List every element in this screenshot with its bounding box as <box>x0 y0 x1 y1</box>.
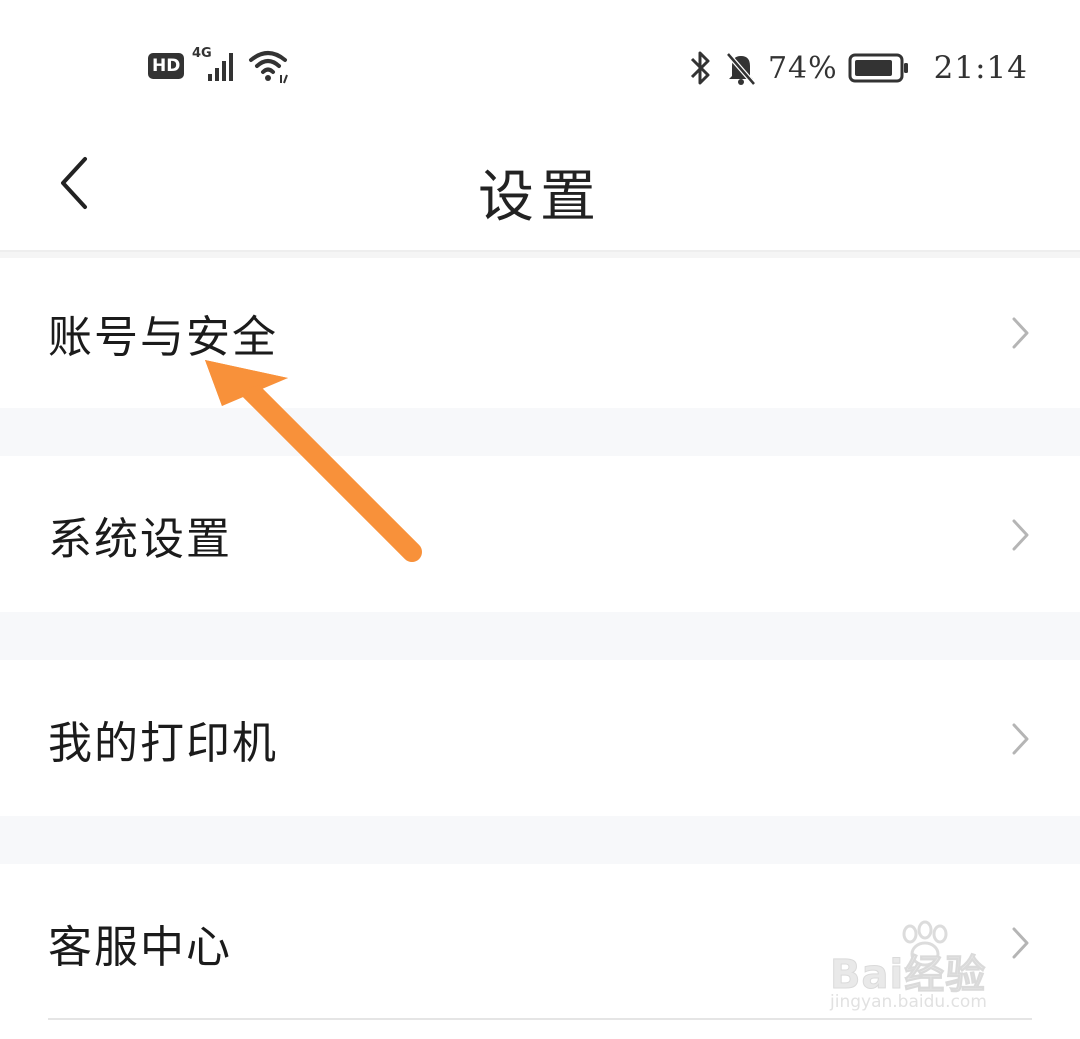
watermark-url: jingyan.baidu.com <box>830 992 987 1012</box>
menu-item-label: 我的打印机 <box>48 718 278 769</box>
menu-item-label: 账号与安全 <box>48 312 278 363</box>
baidu-jingyan-watermark: Bai经验 jingyan.baidu.com <box>829 920 1030 1020</box>
section-separator <box>0 612 1080 660</box>
hd-badge: HD <box>148 53 185 79</box>
bluetooth-icon <box>690 51 710 85</box>
chevron-right-icon <box>1012 723 1029 755</box>
section-separator <box>0 408 1080 456</box>
status-left: HD <box>148 46 292 86</box>
app-header: 设置 <box>0 130 1080 250</box>
status-right: 74% 21:14 <box>688 44 1028 92</box>
status-bar: HD 4G 74% 21:14 <box>0 0 1080 130</box>
menu-item-label: 系统设置 <box>48 514 232 565</box>
menu-item-account-security[interactable]: 账号与安全 <box>0 258 1080 408</box>
chevron-right-icon <box>1012 317 1029 349</box>
section-separator <box>0 816 1080 864</box>
menu-item-label: 客服中心 <box>48 922 232 973</box>
network-type-label: 4G <box>192 46 212 61</box>
wifi-icon <box>249 51 289 84</box>
battery-percent: 74% <box>767 50 838 86</box>
clock: 21:14 <box>933 50 1028 86</box>
chevron-right-icon <box>1012 519 1029 551</box>
bell-muted-icon <box>726 52 756 86</box>
menu-item-system-settings[interactable]: 系统设置 <box>0 460 1080 610</box>
menu-item-my-printer[interactable]: 我的打印机 <box>0 664 1080 814</box>
page-title: 设置 <box>478 165 602 230</box>
battery-icon <box>848 53 908 83</box>
